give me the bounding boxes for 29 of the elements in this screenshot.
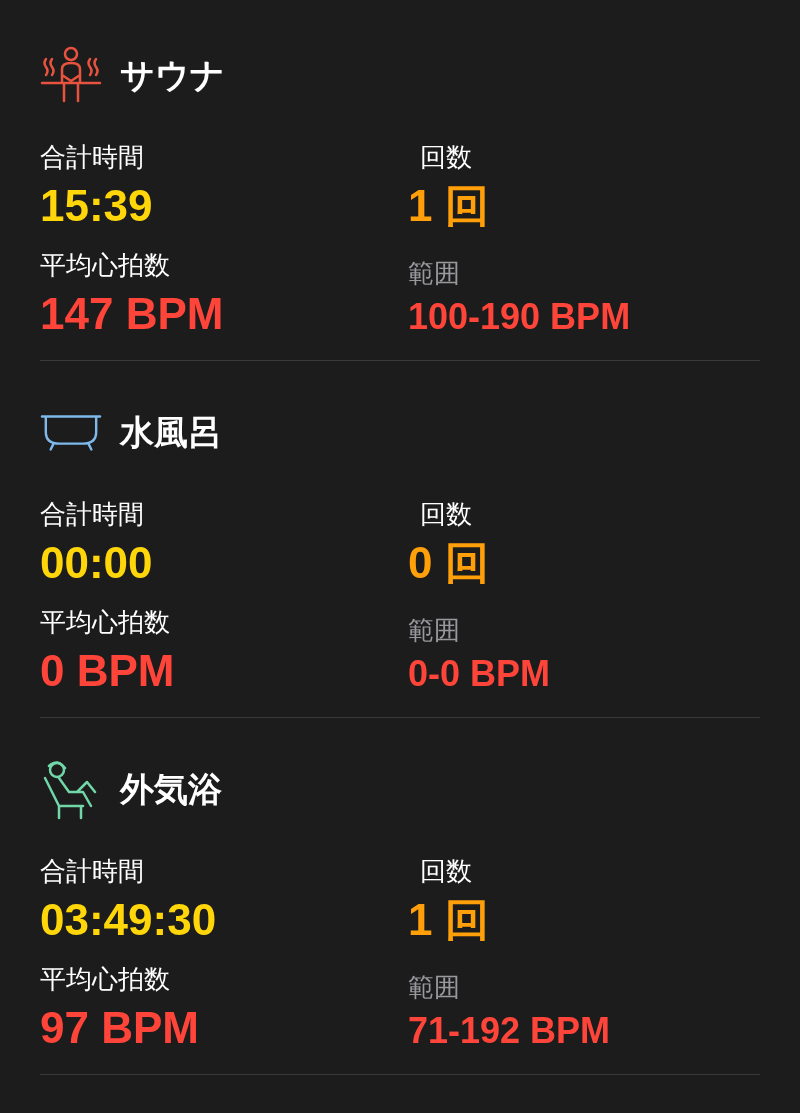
- bathtub-icon: [40, 412, 102, 452]
- section-title: 外気浴: [120, 768, 222, 810]
- stat-value: 71-192 BPM: [408, 1010, 612, 1052]
- stat-label: 平均心拍数: [40, 964, 171, 994]
- stat-label: 回数: [419, 499, 473, 529]
- stat-value: 0 回: [408, 539, 490, 587]
- stat-value: 03:49:30: [40, 896, 218, 944]
- sauna-person-icon: [40, 45, 102, 105]
- stat-value: 15:39: [40, 182, 154, 230]
- stat-label: 平均心拍数: [40, 607, 171, 637]
- stat-value: 147 BPM: [40, 290, 225, 338]
- stat-label: 平均心拍数: [40, 250, 171, 280]
- stat-label: 回数: [419, 142, 473, 172]
- stat-label: 範囲: [408, 615, 461, 645]
- stat-label: 範囲: [408, 258, 461, 288]
- stat-label: 合計時間: [40, 856, 145, 886]
- stat-value: 97 BPM: [40, 1004, 200, 1052]
- stat-label: 回数: [419, 856, 473, 886]
- stat-label: 合計時間: [40, 499, 145, 529]
- stat-value: 0 BPM: [40, 647, 176, 695]
- section-title: 水風呂: [120, 411, 222, 453]
- stat-value: 00:00: [40, 539, 154, 587]
- stat-value: 1 回: [408, 896, 490, 944]
- stat-value: 1 回: [408, 182, 490, 230]
- stat-value: 0-0 BPM: [408, 653, 552, 695]
- stat-label: 範囲: [408, 972, 461, 1002]
- section-title: サウナ: [120, 54, 225, 96]
- stat-label: 合計時間: [40, 142, 145, 172]
- stat-value: 100-190 BPM: [408, 296, 632, 338]
